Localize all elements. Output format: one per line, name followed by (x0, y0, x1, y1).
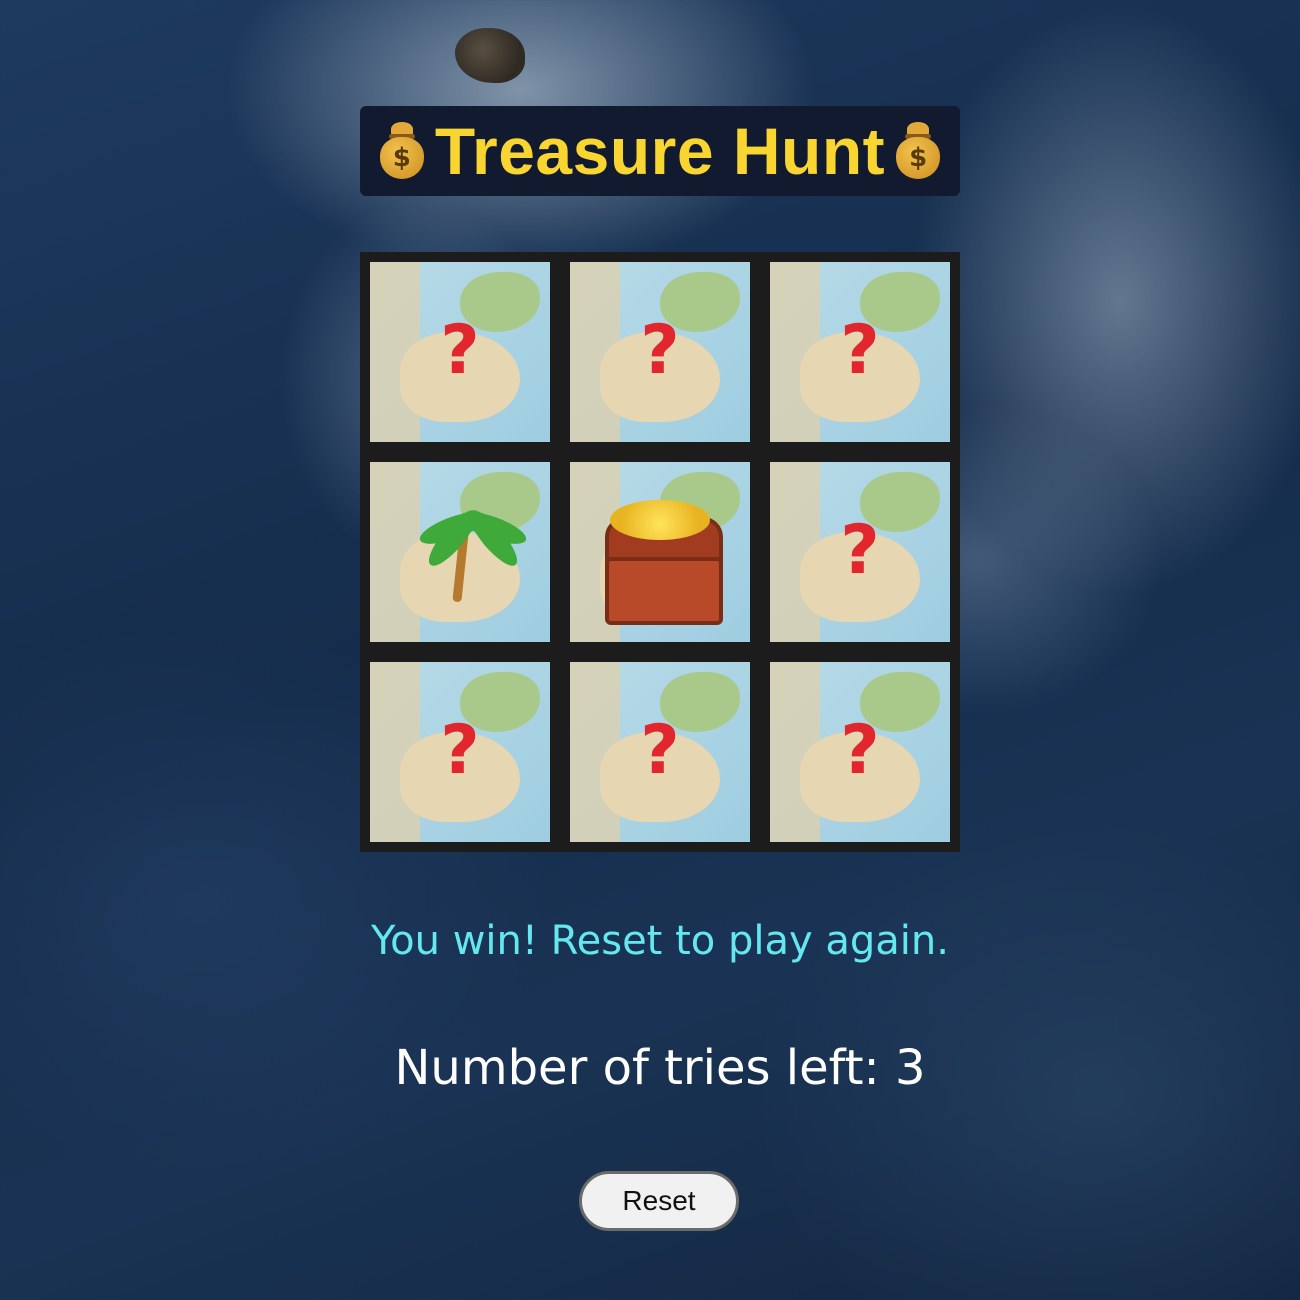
board-tile-treasure-chest[interactable] (570, 462, 750, 642)
game-board: ??????? (360, 252, 960, 852)
page-title: Treasure Hunt (434, 114, 886, 188)
board-tile-waterfall-forest[interactable]: ? (770, 462, 950, 642)
win-message: You win! Reset to play again. (371, 918, 949, 964)
money-bag-icon: $ (379, 122, 425, 180)
question-mark-icon: ? (840, 511, 880, 590)
reset-button[interactable]: Reset (579, 1171, 739, 1231)
board-tile-pirates-skull-island[interactable]: ? (570, 262, 750, 442)
question-mark-icon: ? (840, 711, 880, 790)
board-tile-compass-map[interactable]: ? (370, 262, 550, 442)
tries-counter: Number of tries left: 3 (394, 1040, 926, 1096)
board-tile-explorer-mermaid[interactable]: ? (570, 662, 750, 842)
question-mark-icon: ? (640, 711, 680, 790)
question-mark-icon: ? (840, 311, 880, 390)
board-tile-palm-tree-island[interactable] (370, 462, 550, 642)
question-mark-icon: ? (440, 711, 480, 790)
board-tile-sea-serpent[interactable]: ? (770, 262, 950, 442)
background-rock (455, 28, 525, 83)
board-tile-huts-village[interactable]: ? (370, 662, 550, 842)
money-bag-icon: $ (895, 122, 941, 180)
question-mark-icon: ? (640, 311, 680, 390)
title-banner: $ Treasure Hunt $ (360, 106, 960, 196)
question-mark-icon: ? (440, 311, 480, 390)
board-tile-pirate-ship[interactable]: ? (770, 662, 950, 842)
